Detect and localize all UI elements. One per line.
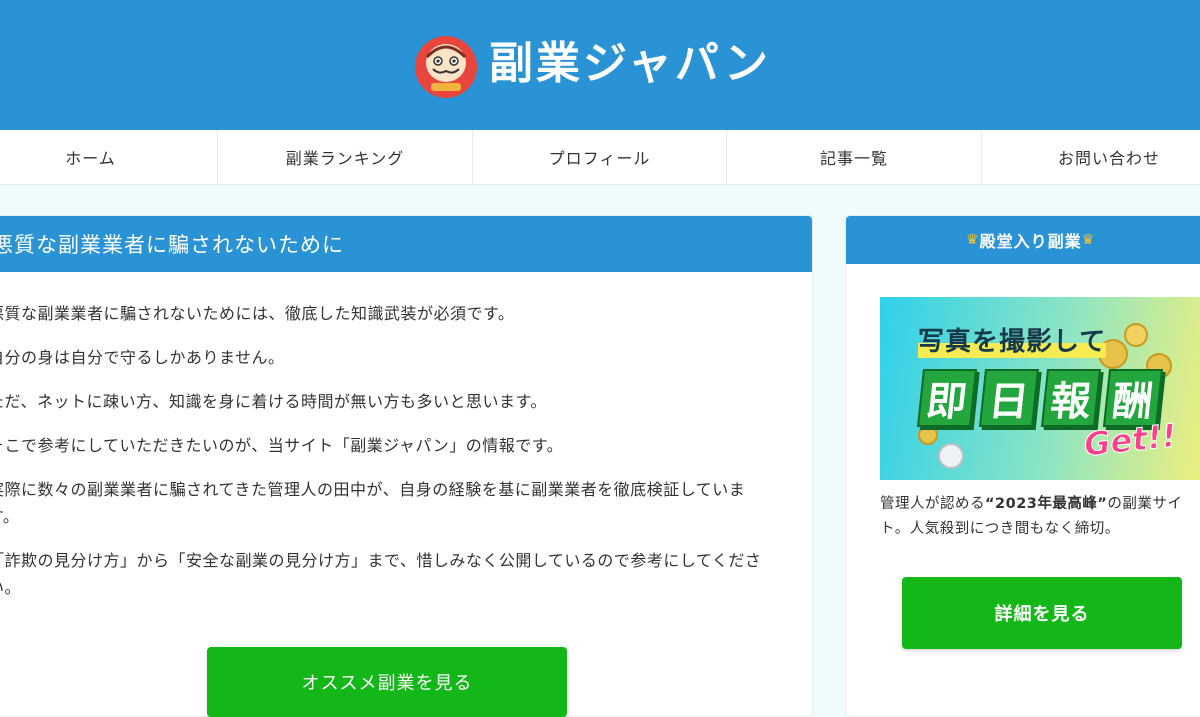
banner-kanji: 報 xyxy=(1040,369,1102,427)
recommended-side-jobs-button[interactable]: オススメ副業を見る xyxy=(207,647,567,717)
sidebar-featured-card: ♛ 殿堂入り副業 ♛ 写真を撮影して 即 日 報 酬 Get!! 管理人が認める… xyxy=(846,216,1200,716)
nav-item-ranking[interactable]: 副業ランキング xyxy=(218,130,473,184)
site-logo[interactable]: 副業ジャパン xyxy=(413,27,771,101)
site-header: 副業ジャパン xyxy=(0,0,1200,130)
view-details-button[interactable]: 詳細を見る xyxy=(902,577,1182,649)
article-paragraph: そこで参考にしていただきたいのが、当サイト「副業ジャパン」の情報です。 xyxy=(0,436,564,455)
nav-item-profile[interactable]: プロフィール xyxy=(473,130,727,184)
coin-icon xyxy=(940,445,962,467)
banner-kanji: 日 xyxy=(978,369,1040,427)
desc-prefix: 管理人が認める xyxy=(880,496,985,512)
nav-item-articles[interactable]: 記事一覧 xyxy=(727,130,982,184)
banner-kanji: 即 xyxy=(916,369,978,427)
nav-item-contact[interactable]: お問い合わせ xyxy=(982,130,1200,184)
desc-highlight: “2023年最高峰” xyxy=(985,496,1108,512)
sidebar-heading: ♛ 殿堂入り副業 ♛ xyxy=(846,216,1200,264)
daruma-icon xyxy=(415,36,477,98)
main-article-card: 悪質な副業業者に騙されないために 悪質な副業業者に騙されないためには、徹底した知… xyxy=(0,216,812,717)
article-paragraph: 実際に数々の副業業者に騙されてきた管理人の田中が、自身の経験を基に副業業者を徹底… xyxy=(0,480,746,526)
logo-text: 副業ジャパン xyxy=(489,38,771,89)
article-paragraph: 悪質な副業業者に騙されないためには、徹底した知識武装が必須です。 xyxy=(0,304,515,323)
banner-subtitle: 写真を撮影して xyxy=(918,321,1107,358)
article-paragraph: ただ、ネットに疎い方、知識を身に着ける時間が無い方も多いと思います。 xyxy=(0,392,547,411)
nav-item-home[interactable]: ホーム xyxy=(0,130,218,184)
featured-banner[interactable]: 写真を撮影して 即 日 報 酬 Get!! xyxy=(880,297,1200,480)
featured-description: 管理人が認める“2023年最高峰”の副業サイト。人気殺到につき間もなく締切。 xyxy=(880,492,1200,542)
crown-icon: ♛ xyxy=(966,232,980,248)
article-paragraph: 「詐欺の見分け方」から「安全な副業の見分け方」まで、惜しみなく公開しているので参… xyxy=(0,551,762,597)
banner-get-text: Get!! xyxy=(1082,416,1179,464)
article-body: 悪質な副業業者に騙されないためには、徹底した知識武装が必須です。 自分の身は自分… xyxy=(0,300,768,618)
coin-icon xyxy=(1126,325,1146,345)
article-heading: 悪質な副業業者に騙されないために xyxy=(0,216,812,272)
coin-icon xyxy=(920,427,936,443)
crown-icon: ♛ xyxy=(1081,232,1096,248)
sidebar-heading-text: 殿堂入り副業 xyxy=(979,232,1082,251)
main-nav: ホーム 副業ランキング プロフィール 記事一覧 お問い合わせ xyxy=(0,130,1200,185)
banner-headline: 即 日 報 酬 xyxy=(916,369,1164,427)
article-paragraph: 自分の身は自分で守るしかありません。 xyxy=(0,348,285,367)
